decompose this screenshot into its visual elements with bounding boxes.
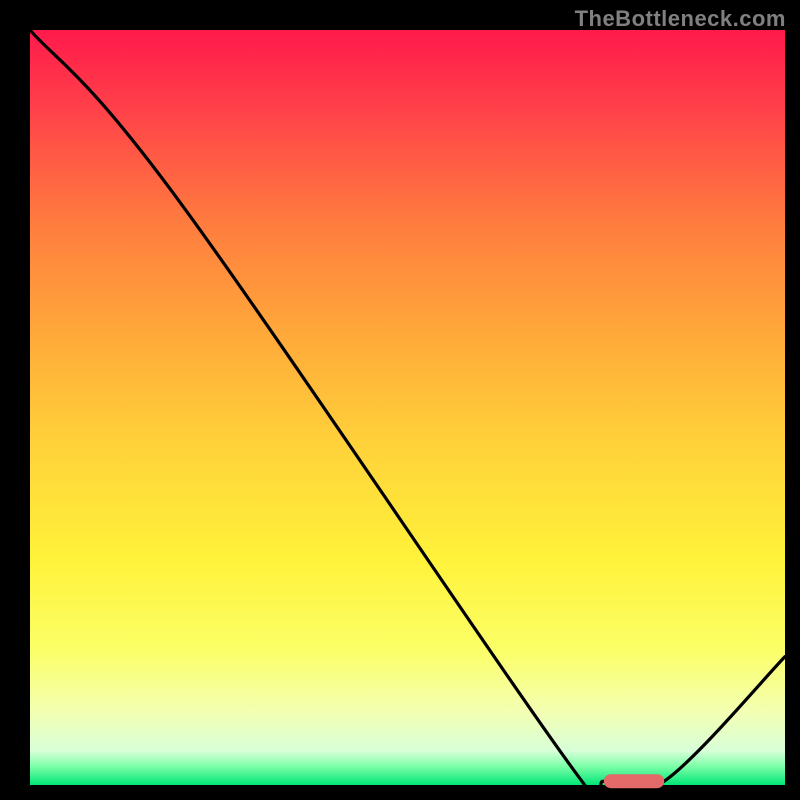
chart-svg	[0, 0, 800, 800]
optimal-marker	[604, 774, 664, 788]
plot-area	[30, 30, 785, 785]
watermark-text: TheBottleneck.com	[575, 6, 786, 32]
bottleneck-chart: TheBottleneck.com	[0, 0, 800, 800]
